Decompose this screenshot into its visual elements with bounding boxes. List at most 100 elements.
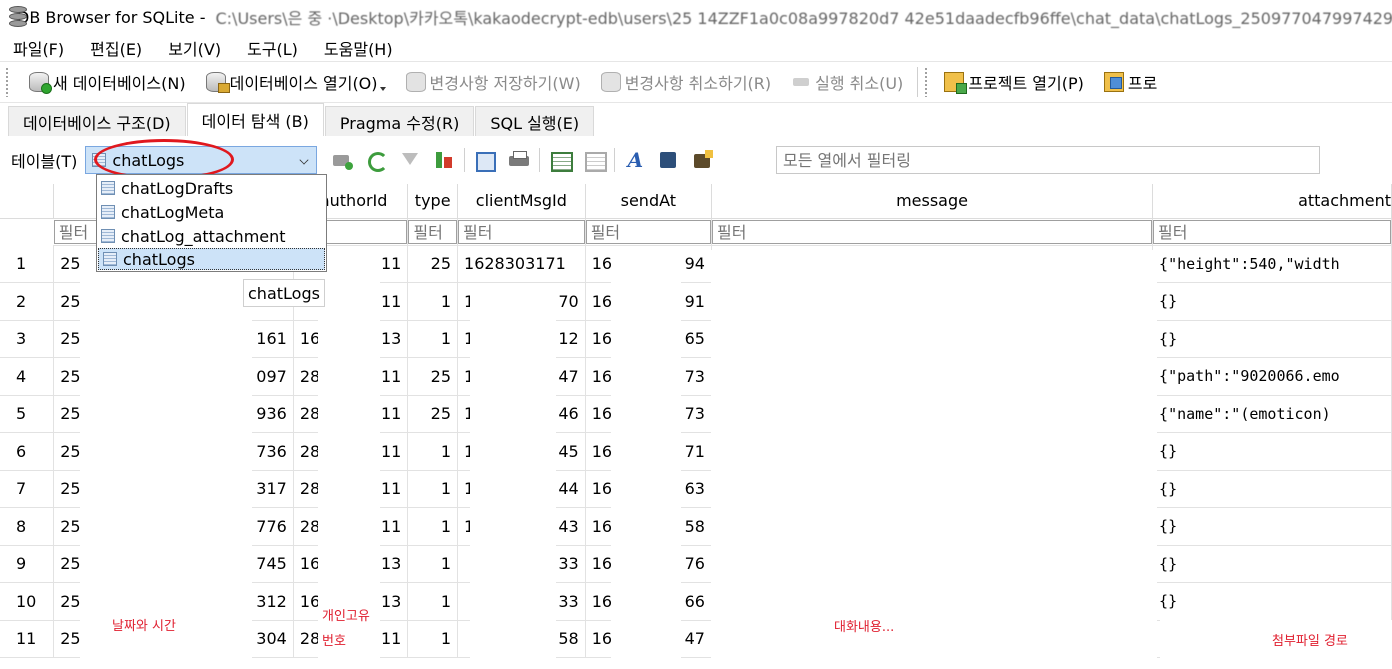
revert-changes-icon bbox=[600, 72, 621, 92]
open-database-dropdown-arrow-icon[interactable] bbox=[379, 87, 386, 91]
row-number[interactable]: 4 bbox=[0, 357, 55, 396]
cell-type[interactable]: 1 bbox=[407, 320, 459, 358]
column-header-sendat[interactable]: sendAt bbox=[585, 184, 712, 219]
menu-help[interactable]: 도움말(H) bbox=[324, 36, 393, 60]
cell[interactable]: 304 bbox=[249, 620, 294, 658]
clear-filter-icon[interactable] bbox=[399, 149, 421, 171]
row-number[interactable]: 11 bbox=[0, 620, 55, 658]
row-number[interactable]: 6 bbox=[0, 432, 55, 471]
tab-browse-data[interactable]: 데이터 탐색 (B) bbox=[186, 103, 324, 136]
column-header-type[interactable]: type bbox=[407, 184, 459, 219]
cell-text: 76 bbox=[684, 554, 705, 574]
print-icon[interactable] bbox=[508, 149, 530, 171]
tab-database-structure[interactable]: 데이터베이스 구조(D) bbox=[8, 106, 186, 136]
cell[interactable]: 776 bbox=[249, 507, 294, 546]
cell-attachment[interactable]: {} bbox=[1152, 507, 1392, 546]
cell-attachment[interactable]: {} bbox=[1152, 282, 1392, 321]
row-number[interactable]: 2 bbox=[0, 282, 55, 321]
column-filter-input[interactable] bbox=[711, 220, 1152, 244]
cell-clientmsgid[interactable]: 1628303171 bbox=[457, 245, 586, 283]
open-project-button[interactable]: 프로젝트 열기(P) bbox=[934, 65, 1094, 99]
open-database-button[interactable]: 데이터베이스 열기(O) bbox=[196, 65, 396, 99]
cell-text: 12 bbox=[558, 329, 579, 349]
row-number[interactable]: 1 bbox=[0, 245, 55, 283]
cell-type[interactable]: 25 bbox=[407, 245, 459, 283]
cell[interactable]: 317 bbox=[249, 470, 294, 508]
row-number[interactable]: 7 bbox=[0, 470, 55, 508]
refresh-icon[interactable] bbox=[365, 149, 389, 172]
cell-type[interactable]: 1 bbox=[407, 620, 459, 658]
new-database-button[interactable]: 새 데이터베이스(N) bbox=[19, 65, 196, 99]
table-option[interactable]: chatLogDrafts bbox=[97, 176, 326, 200]
annotation-personal-id-2: 번호 bbox=[322, 634, 346, 649]
column-filter-input[interactable] bbox=[408, 220, 457, 244]
cell-attachment[interactable]: {} bbox=[1152, 320, 1392, 358]
cell[interactable]: 936 bbox=[249, 395, 294, 433]
column-header-clientmsgid[interactable]: clientMsgId bbox=[457, 184, 586, 219]
column-header-message[interactable]: message bbox=[711, 184, 1154, 219]
toolbar-grip[interactable] bbox=[5, 67, 9, 97]
menu-file[interactable]: 파일(F) bbox=[13, 36, 64, 60]
row-number[interactable]: 9 bbox=[0, 545, 55, 583]
row-number[interactable]: 8 bbox=[0, 507, 55, 546]
delete-record-icon[interactable] bbox=[433, 149, 455, 171]
cell-attachment[interactable]: {} bbox=[1152, 470, 1392, 508]
tab-execute-sql[interactable]: SQL 실행(E) bbox=[475, 106, 595, 136]
column-filter-input[interactable] bbox=[1153, 220, 1391, 244]
find-icon[interactable] bbox=[658, 149, 680, 171]
insert-record-icon[interactable] bbox=[331, 149, 354, 171]
redaction-mask bbox=[80, 262, 252, 669]
menu-edit[interactable]: 편집(E) bbox=[90, 36, 142, 60]
row-number[interactable]: 5 bbox=[0, 395, 55, 433]
save-project-button[interactable]: 프로 bbox=[1094, 65, 1157, 99]
column-header-attachment[interactable]: attachment bbox=[1152, 184, 1392, 219]
cell[interactable]: 312 bbox=[249, 582, 294, 621]
cell[interactable]: 097 bbox=[249, 357, 294, 396]
cell-type[interactable]: 1 bbox=[407, 582, 459, 621]
cell-type[interactable]: 25 bbox=[407, 395, 459, 433]
column-filter-input[interactable] bbox=[585, 220, 711, 244]
cell-attachment[interactable]: {"name":"(emoticon) bbox=[1152, 395, 1392, 433]
cell[interactable]: 161 bbox=[249, 320, 294, 358]
cell-type[interactable]: 25 bbox=[407, 357, 459, 396]
table-option[interactable]: chatLogMeta bbox=[97, 200, 326, 224]
icon-separator bbox=[539, 148, 541, 172]
tab-edit-pragmas[interactable]: Pragma 수정(R) bbox=[324, 106, 475, 136]
menu-tools[interactable]: 도구(L) bbox=[247, 36, 298, 60]
revert-changes-button[interactable]: 변경사항 취소하기(R) bbox=[591, 65, 781, 99]
table-option-selected[interactable]: chatLogs bbox=[98, 248, 325, 270]
cell-attachment[interactable]: {} bbox=[1152, 545, 1392, 583]
filter-all-columns-input[interactable] bbox=[776, 146, 1320, 174]
cell-type[interactable]: 1 bbox=[407, 470, 459, 508]
redaction-mask bbox=[711, 250, 1157, 669]
menu-view[interactable]: 보기(V) bbox=[168, 36, 221, 60]
cell-text: 58 bbox=[558, 629, 579, 649]
font-format-icon[interactable]: A bbox=[624, 149, 646, 171]
cell[interactable]: 745 bbox=[249, 545, 294, 583]
edit-cell-icon[interactable] bbox=[692, 149, 714, 171]
cell-type[interactable]: 1 bbox=[407, 545, 459, 583]
import-icon[interactable] bbox=[583, 149, 608, 172]
write-changes-button[interactable]: 변경사항 저장하기(W) bbox=[396, 65, 591, 99]
cell-attachment[interactable]: {} bbox=[1152, 582, 1392, 621]
copy-icon[interactable] bbox=[474, 149, 497, 172]
cell-attachment[interactable]: {} bbox=[1152, 432, 1392, 471]
cell-type[interactable]: 1 bbox=[407, 507, 459, 546]
column-filter-input[interactable] bbox=[458, 220, 585, 244]
toolbar-grip-2[interactable] bbox=[924, 67, 929, 97]
cell-attachment[interactable]: {"height":540,"width bbox=[1152, 245, 1392, 283]
undo-label: 실행 취소(U) bbox=[815, 74, 904, 93]
export-icon[interactable] bbox=[549, 149, 574, 172]
cell-text: 73 bbox=[684, 404, 705, 424]
table-grid-icon bbox=[103, 252, 117, 266]
table-option[interactable]: chatLog_attachment bbox=[97, 224, 326, 248]
cell[interactable]: 736 bbox=[249, 432, 294, 471]
undo-button[interactable]: 실행 취소(U) bbox=[781, 65, 913, 99]
cell-type[interactable]: 1 bbox=[407, 432, 459, 471]
cell-attachment[interactable]: {"path":"9020066.emo bbox=[1152, 357, 1392, 396]
cell-type[interactable]: 1 bbox=[407, 282, 459, 321]
tooltip: chatLogs bbox=[243, 279, 325, 307]
cell-text: 13 bbox=[380, 329, 402, 349]
row-number[interactable]: 10 bbox=[0, 582, 55, 621]
row-number[interactable]: 3 bbox=[0, 320, 55, 358]
